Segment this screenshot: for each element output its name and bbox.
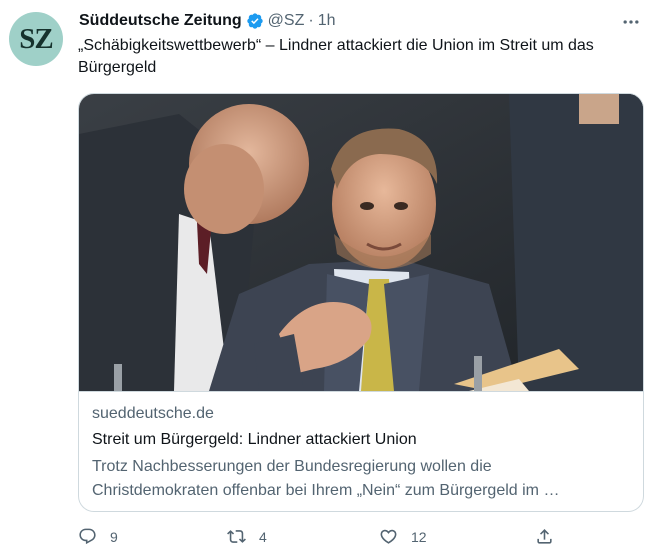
card-title: Streit um Bürgergeld: Lindner attackiert… bbox=[92, 431, 417, 448]
author-name[interactable]: Süddeutsche Zeitung bbox=[79, 12, 242, 30]
more-options-icon[interactable] bbox=[619, 10, 643, 34]
author-handle[interactable]: @SZ bbox=[268, 12, 305, 30]
retweet-count: 4 bbox=[259, 528, 267, 545]
link-card[interactable]: sueddeutsche.de Streit um Bürgergeld: Li… bbox=[78, 93, 644, 512]
verified-badge-icon bbox=[246, 12, 264, 30]
tweet-timestamp[interactable]: 1h bbox=[318, 12, 336, 30]
header-separator: · bbox=[308, 12, 314, 29]
tweet-text: „Schäbigkeitswettbewerb“ – Lindner attac… bbox=[78, 37, 594, 76]
share-button[interactable] bbox=[535, 527, 554, 546]
retweet-button[interactable]: 4 bbox=[227, 527, 267, 546]
reply-button[interactable]: 9 bbox=[78, 527, 118, 546]
reply-icon bbox=[79, 528, 96, 545]
avatar-logo-text: SZ bbox=[19, 22, 53, 55]
share-icon bbox=[537, 529, 552, 544]
like-button[interactable]: 12 bbox=[379, 527, 427, 546]
retweet-icon bbox=[227, 530, 246, 543]
card-description: Trotz Nachbesserungen der Bundesregierun… bbox=[92, 458, 560, 499]
reply-count: 9 bbox=[110, 528, 118, 545]
card-image[interactable] bbox=[79, 94, 643, 391]
tweet-actions: 9 4 12 bbox=[78, 527, 644, 549]
tweet[interactable]: SZ Süddeutsche Zeitung @SZ · 1h „Schäbig… bbox=[0, 0, 657, 556]
tweet-header: Süddeutsche Zeitung @SZ · 1h bbox=[79, 10, 335, 32]
author-avatar[interactable]: SZ bbox=[9, 12, 63, 66]
like-count: 12 bbox=[411, 528, 427, 545]
card-domain: sueddeutsche.de bbox=[92, 405, 214, 422]
card-info[interactable]: sueddeutsche.de Streit um Bürgergeld: Li… bbox=[79, 391, 643, 511]
like-icon bbox=[380, 529, 397, 544]
